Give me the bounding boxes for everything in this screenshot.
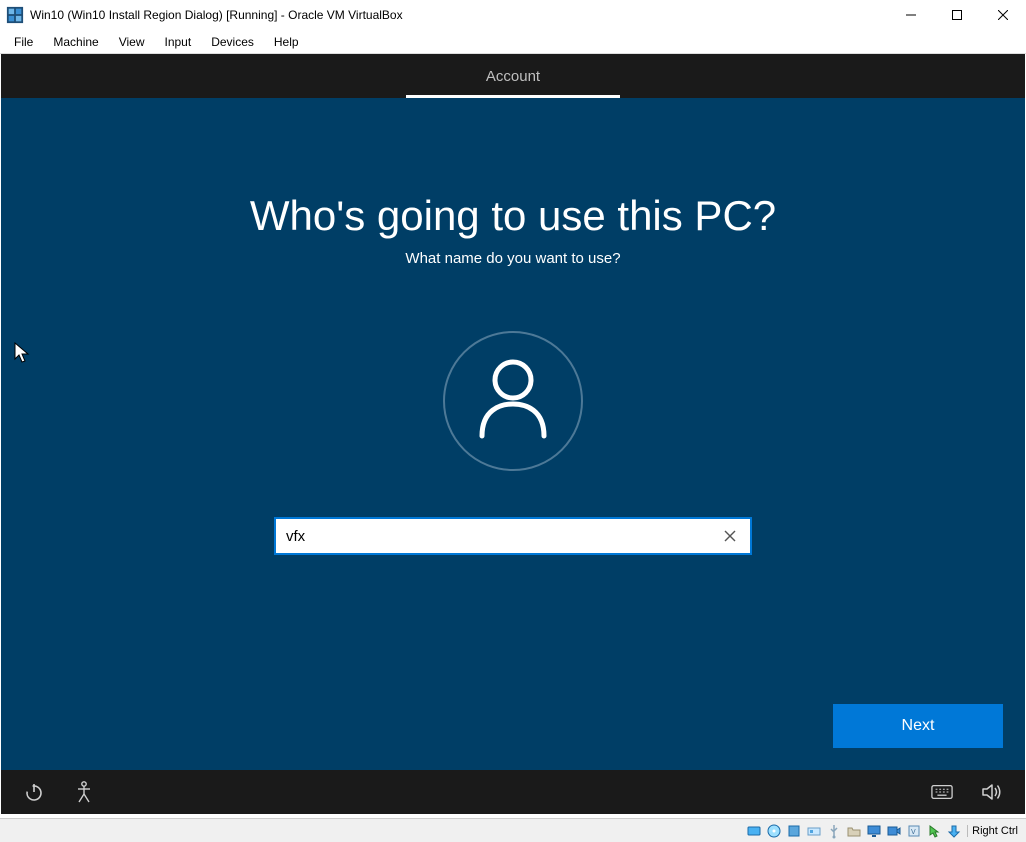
- virtualbox-logo-icon: [6, 6, 24, 24]
- oobe-topbar: Account: [1, 54, 1025, 98]
- status-network-icon[interactable]: [805, 822, 823, 840]
- status-mouse-icon[interactable]: [925, 822, 943, 840]
- username-input[interactable]: [286, 528, 718, 545]
- tab-account: Account: [426, 54, 600, 98]
- status-shared-folder-icon[interactable]: [845, 822, 863, 840]
- user-icon: [476, 358, 550, 445]
- page-subheading: What name do you want to use?: [405, 250, 620, 267]
- window-controls: [888, 0, 1026, 30]
- virtualbox-statusbar: V Right Ctrl: [0, 818, 1026, 842]
- status-display-icon[interactable]: [865, 822, 883, 840]
- status-recording-icon[interactable]: [885, 822, 903, 840]
- menu-devices[interactable]: Devices: [203, 33, 262, 51]
- menu-file[interactable]: File: [6, 33, 41, 51]
- accessibility-icon[interactable]: [73, 781, 95, 803]
- status-cpu-icon[interactable]: V: [905, 822, 923, 840]
- maximize-button[interactable]: [934, 0, 980, 30]
- minimize-button[interactable]: [888, 0, 934, 30]
- menu-machine[interactable]: Machine: [45, 33, 106, 51]
- next-button[interactable]: Next: [833, 704, 1003, 748]
- oobe-body: Who's going to use this PC? What name do…: [1, 98, 1025, 770]
- status-optical-icon[interactable]: [765, 822, 783, 840]
- close-button[interactable]: [980, 0, 1026, 30]
- status-keyboard-capture-icon[interactable]: [945, 822, 963, 840]
- power-icon[interactable]: [23, 781, 45, 803]
- volume-icon[interactable]: [981, 781, 1003, 803]
- virtualbox-menubar: File Machine View Input Devices Help: [0, 30, 1026, 54]
- svg-text:V: V: [911, 829, 916, 836]
- clear-icon[interactable]: [718, 524, 742, 548]
- avatar-placeholder: [443, 331, 583, 471]
- tab-label: Account: [486, 68, 540, 85]
- window-title: Win10 (Win10 Install Region Dialog) [Run…: [30, 8, 403, 22]
- page-heading: Who's going to use this PC?: [250, 192, 776, 240]
- username-field-wrap[interactable]: [274, 517, 752, 555]
- keyboard-icon[interactable]: [931, 781, 953, 803]
- status-audio-icon[interactable]: [785, 822, 803, 840]
- virtualbox-titlebar: Win10 (Win10 Install Region Dialog) [Run…: [0, 0, 1026, 30]
- menu-help[interactable]: Help: [266, 33, 307, 51]
- vm-display[interactable]: Account Who's going to use this PC? What…: [1, 54, 1025, 814]
- oobe-bottombar: [1, 770, 1025, 814]
- status-hdd-icon[interactable]: [745, 822, 763, 840]
- host-key-label[interactable]: Right Ctrl: [967, 825, 1022, 837]
- menu-view[interactable]: View: [111, 33, 153, 51]
- menu-input[interactable]: Input: [157, 33, 200, 51]
- status-usb-icon[interactable]: [825, 822, 843, 840]
